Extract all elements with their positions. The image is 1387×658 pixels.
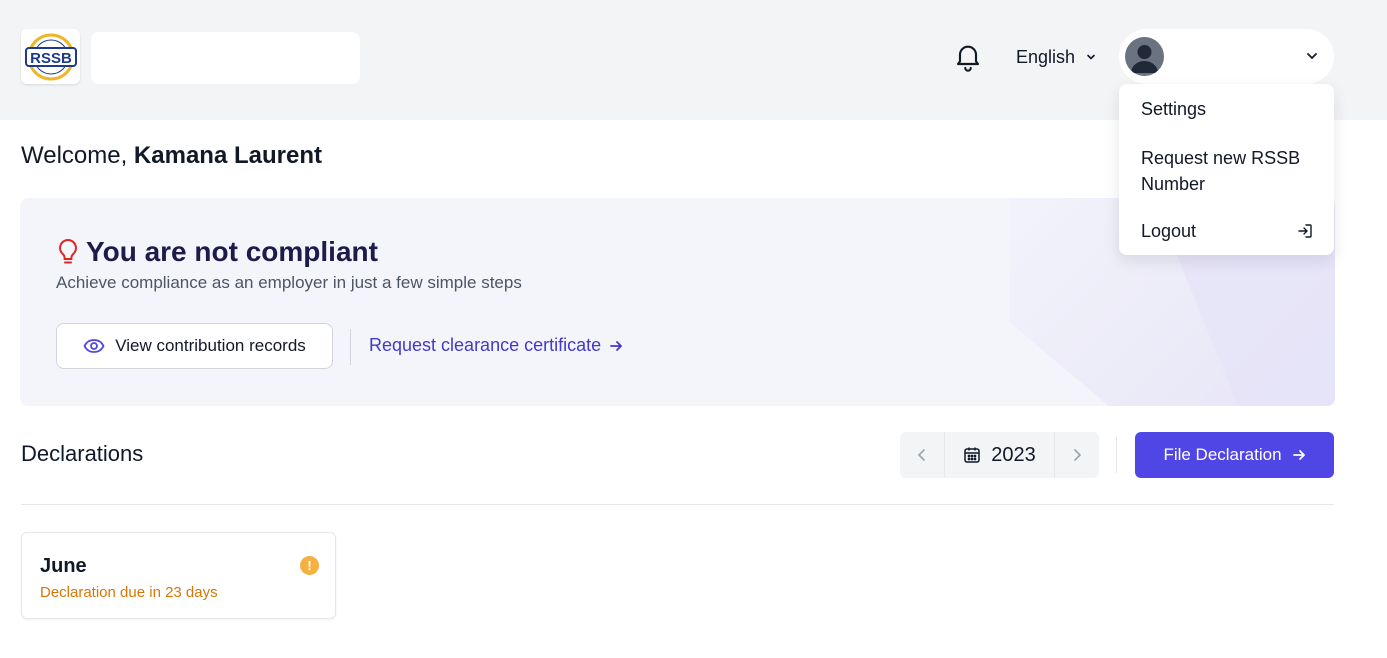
request-clearance-certificate-link[interactable]: Request clearance certificate	[369, 335, 623, 356]
svg-text:RSSB: RSSB	[30, 50, 72, 67]
file-declaration-button[interactable]: File Declaration	[1135, 432, 1334, 478]
compliance-title-text: You are not compliant	[86, 236, 378, 267]
arrow-right-icon	[1292, 450, 1305, 460]
section-divider	[21, 504, 1334, 505]
logout-icon	[1298, 224, 1312, 238]
file-declaration-label: File Declaration	[1163, 445, 1282, 464]
eye-icon	[83, 339, 105, 353]
chevron-right-icon	[1074, 449, 1082, 461]
search-input[interactable]	[91, 32, 360, 84]
year-value: 2023	[991, 443, 1036, 466]
view-contribution-records-button[interactable]: View contribution records	[56, 323, 333, 369]
welcome-prefix: Welcome,	[21, 142, 134, 169]
avatar	[1125, 37, 1164, 76]
calendar-icon	[964, 447, 980, 463]
chevron-down-icon	[1307, 53, 1317, 60]
divider	[1116, 437, 1117, 473]
request-clearance-label: Request clearance certificate	[369, 335, 602, 355]
declaration-card[interactable]: June Declaration due in 23 days !	[21, 532, 336, 619]
view-contribution-records-label: View contribution records	[115, 336, 306, 355]
bell-icon[interactable]	[952, 40, 984, 72]
next-year-button[interactable]	[1055, 432, 1099, 478]
divider	[350, 329, 351, 365]
lightbulb-icon	[59, 238, 77, 264]
warning-icon: !	[300, 556, 319, 575]
profile-dropdown: Settings Request new RSSB Number Logout	[1119, 84, 1334, 255]
chevron-down-icon	[1087, 54, 1095, 60]
arrow-right-icon	[610, 340, 623, 351]
language-selector[interactable]: English	[1008, 40, 1105, 74]
menu-item-settings[interactable]: Settings	[1141, 96, 1206, 122]
rssb-logo[interactable]: RSSB	[21, 29, 80, 84]
year-display[interactable]: 2023	[944, 432, 1055, 478]
menu-item-request-rssb-number[interactable]: Request new RSSB Number	[1141, 145, 1311, 197]
compliance-title: You are not compliant	[56, 236, 378, 268]
declaration-month: June	[40, 555, 87, 577]
year-picker: 2023	[900, 432, 1099, 478]
declarations-heading: Declarations	[21, 441, 144, 466]
language-label: English	[1016, 46, 1076, 67]
previous-year-button[interactable]	[900, 432, 944, 478]
menu-item-logout[interactable]: Logout	[1141, 218, 1313, 244]
welcome-heading: Welcome, Kamana Laurent	[21, 142, 322, 170]
logout-label: Logout	[1141, 221, 1197, 241]
user-name: Kamana Laurent	[133, 142, 322, 169]
declaration-status: Declaration due in 23 days	[40, 584, 218, 601]
chevron-left-icon	[917, 449, 925, 461]
profile-menu-button[interactable]	[1119, 29, 1334, 84]
compliance-subtitle: Achieve compliance as an employer in jus…	[56, 273, 522, 292]
